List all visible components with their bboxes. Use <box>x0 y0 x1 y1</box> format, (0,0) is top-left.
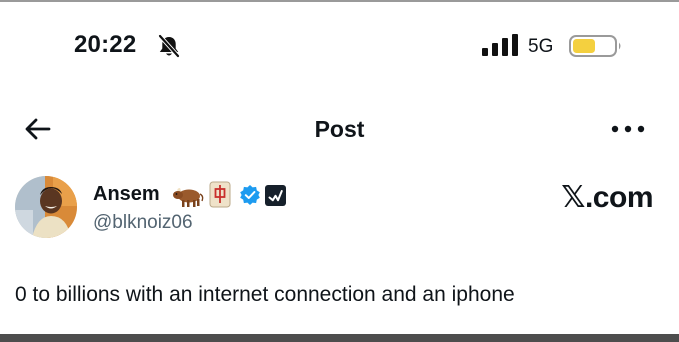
ox-emoji <box>173 188 204 207</box>
avatar[interactable] <box>15 176 77 238</box>
author-handle[interactable]: @blknoiz06 <box>93 212 193 234</box>
verified-badge-icon <box>240 185 260 205</box>
mahjong-red-dragon-emoji <box>209 181 231 208</box>
more-icon[interactable] <box>609 121 647 137</box>
post-text: 0 to billions with an internet connectio… <box>15 283 515 306</box>
x-com-brand: 𝕏.com <box>561 180 653 215</box>
signal-icon <box>482 34 518 56</box>
bell-muted-icon <box>158 34 180 58</box>
affiliate-badge-icon <box>265 185 286 206</box>
author-name[interactable]: Ansem <box>93 183 160 206</box>
bottom-edge <box>0 334 679 342</box>
page-title: Post <box>314 116 365 142</box>
network-type: 5G <box>528 36 554 57</box>
x-logo-icon: 𝕏 <box>561 180 585 215</box>
status-time: 20:22 <box>74 31 137 58</box>
battery-icon <box>569 35 621 57</box>
top-edge <box>0 0 679 2</box>
brand-domain: .com <box>584 181 654 214</box>
